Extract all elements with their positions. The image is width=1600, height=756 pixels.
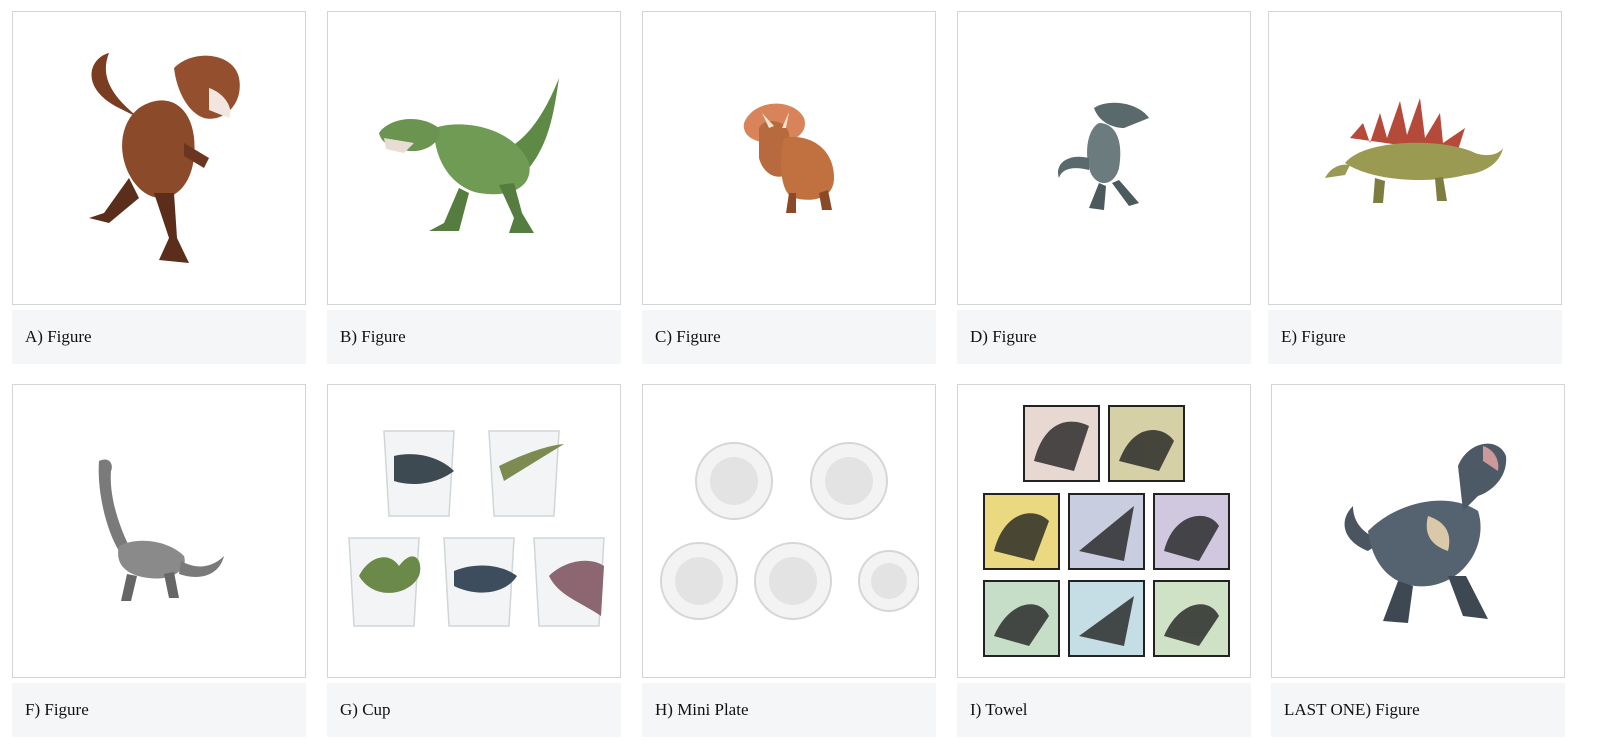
prize-card-b[interactable]: B) Figure <box>327 11 621 364</box>
prize-card-i[interactable]: I) Towel <box>957 384 1251 737</box>
prize-image-h[interactable] <box>642 384 936 678</box>
prize-label: E) Figure <box>1268 310 1562 364</box>
prize-card-h[interactable]: H) Mini Plate <box>642 384 936 737</box>
prize-label: A) Figure <box>12 310 306 364</box>
prize-card-g[interactable]: G) Cup <box>327 384 621 737</box>
prize-card-c[interactable]: C) Figure <box>642 11 936 364</box>
prize-image-last-one[interactable] <box>1271 384 1565 678</box>
prize-image-b[interactable] <box>327 11 621 305</box>
prize-card-a[interactable]: A) Figure <box>12 11 306 364</box>
prize-label: I) Towel <box>957 683 1251 737</box>
prize-image-d[interactable] <box>957 11 1251 305</box>
prize-image-f[interactable] <box>12 384 306 678</box>
prize-image-i[interactable] <box>957 384 1251 678</box>
prize-card-last-one[interactable]: LAST ONE) Figure <box>1271 384 1565 737</box>
prize-label: F) Figure <box>12 683 306 737</box>
prize-label: C) Figure <box>642 310 936 364</box>
prize-image-g[interactable] <box>327 384 621 678</box>
prize-label: B) Figure <box>327 310 621 364</box>
prize-image-c[interactable] <box>642 11 936 305</box>
prize-label: D) Figure <box>957 310 1251 364</box>
prize-label: H) Mini Plate <box>642 683 936 737</box>
prize-card-e[interactable]: E) Figure <box>1268 11 1562 364</box>
prize-card-f[interactable]: F) Figure <box>12 384 306 737</box>
prize-card-d[interactable]: D) Figure <box>957 11 1251 364</box>
prize-label: LAST ONE) Figure <box>1271 683 1565 737</box>
prize-label: G) Cup <box>327 683 621 737</box>
prize-image-a[interactable] <box>12 11 306 305</box>
prize-image-e[interactable] <box>1268 11 1562 305</box>
prize-grid: A) Figure B) Figure C) Figure D) Figure … <box>0 0 1600 756</box>
